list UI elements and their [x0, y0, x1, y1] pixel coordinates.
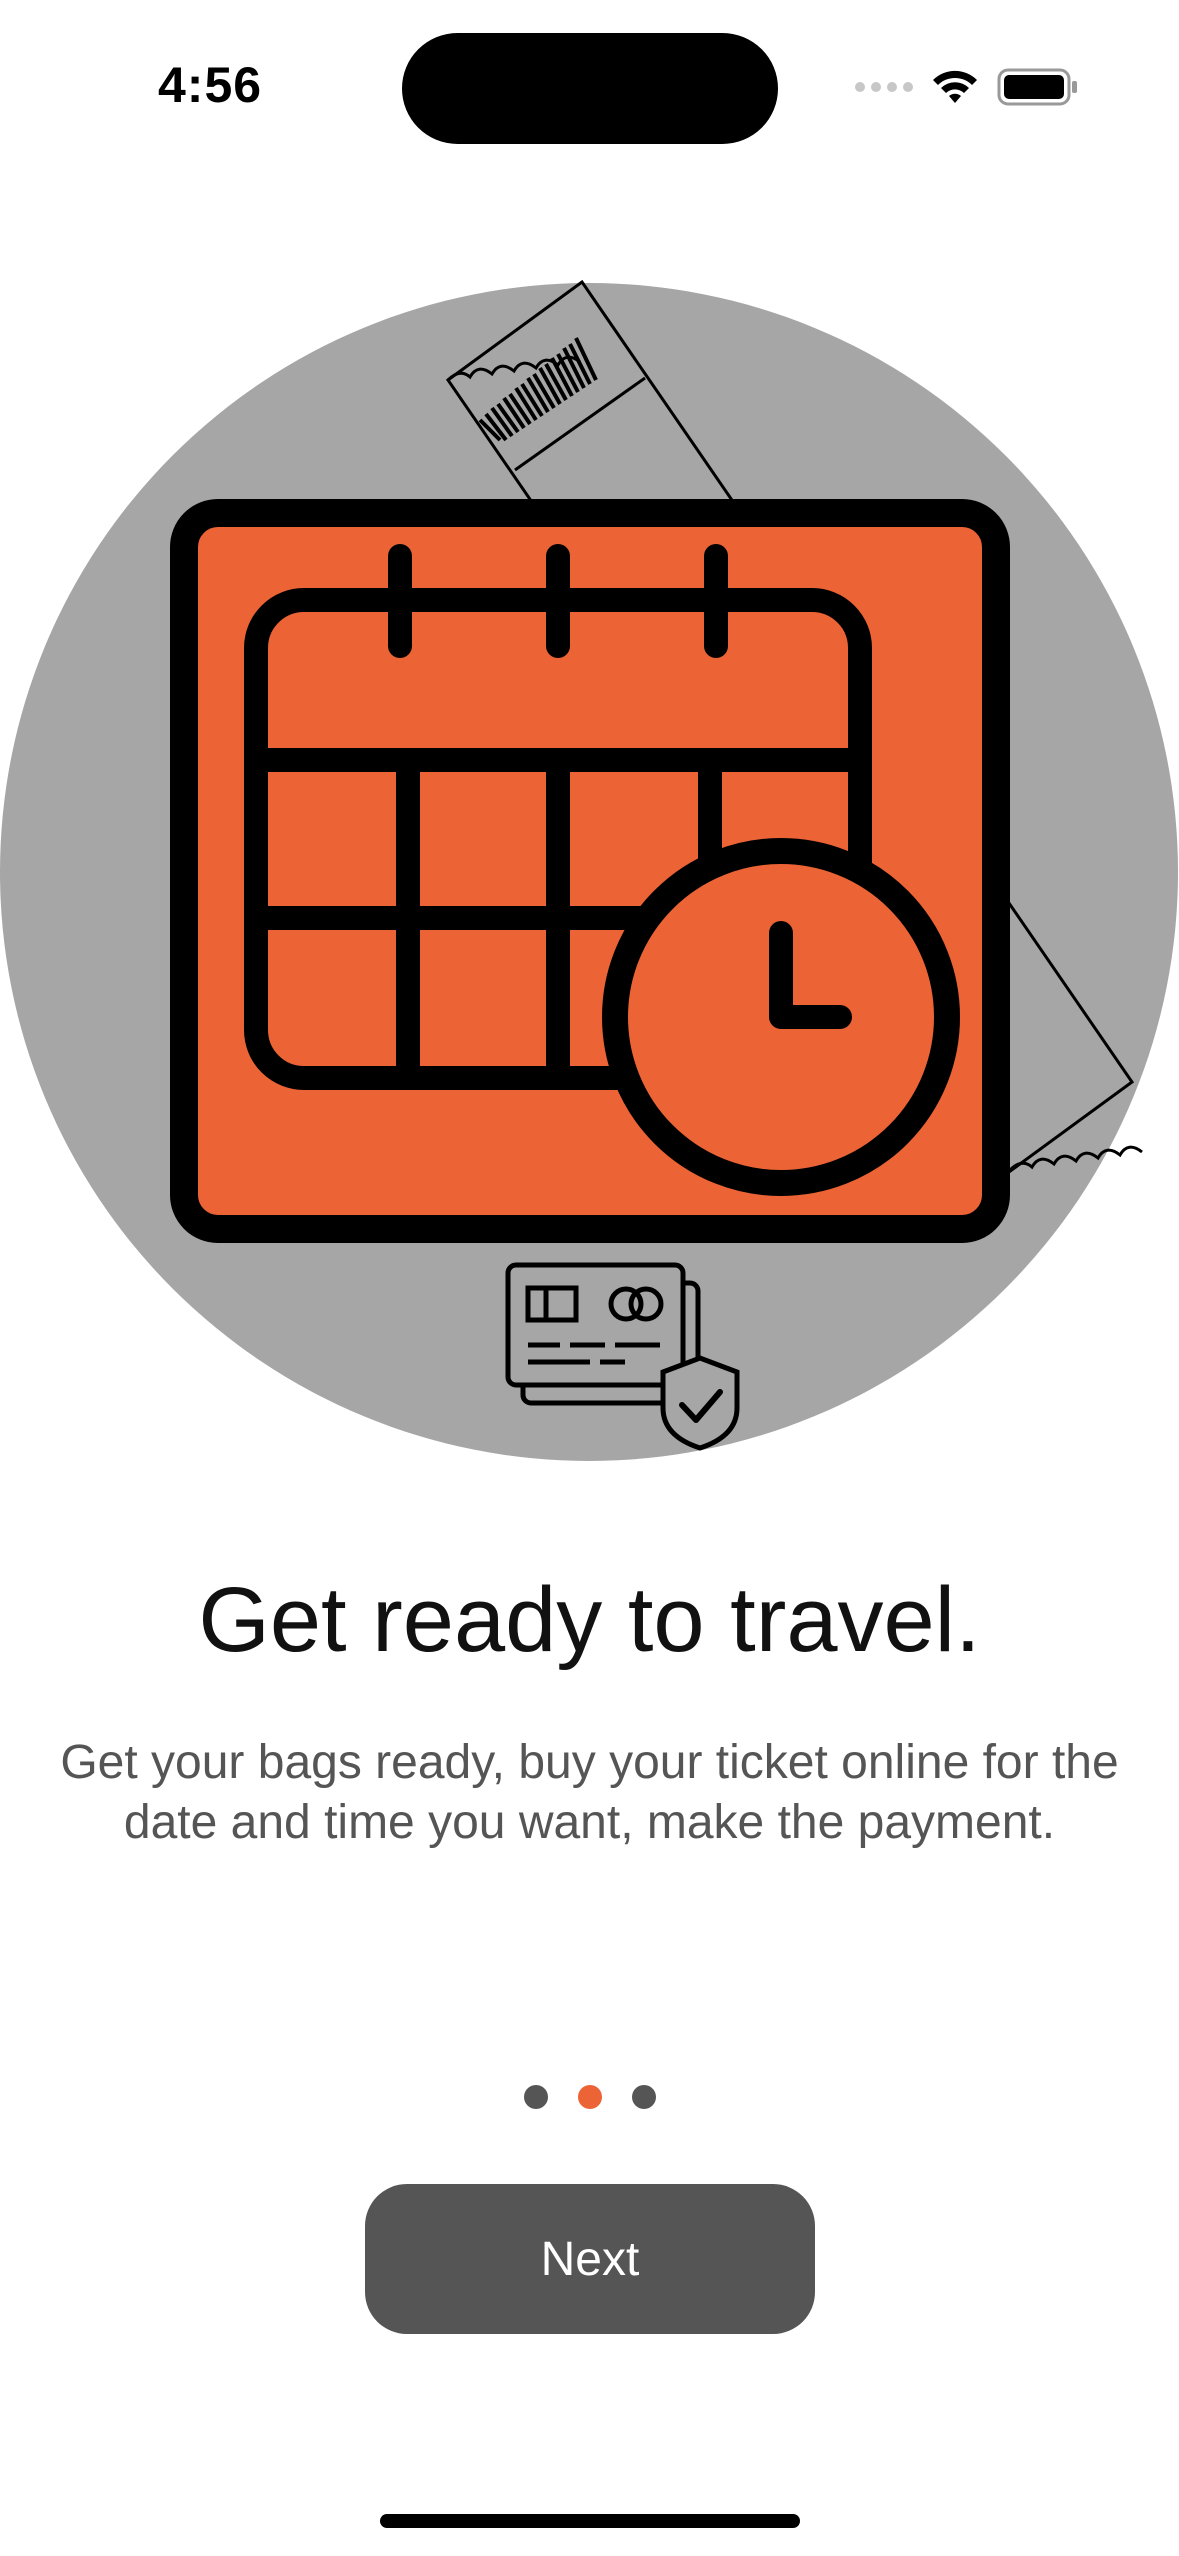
- clock-icon: [602, 838, 960, 1196]
- cellular-signal-icon: [855, 82, 913, 92]
- status-bar: 4:56: [0, 0, 1179, 160]
- page-dot[interactable]: [523, 2085, 548, 2109]
- home-indicator: [380, 2514, 800, 2528]
- shield-check-icon: [660, 1355, 740, 1451]
- status-time: 4:56: [158, 57, 263, 113]
- next-button[interactable]: Next: [365, 2184, 815, 2334]
- onboarding-title: Get ready to travel.: [198, 1569, 981, 1671]
- page-dot[interactable]: [631, 2085, 656, 2109]
- status-indicators: [855, 64, 1079, 110]
- page-dot-active[interactable]: [577, 2085, 602, 2109]
- hero-illustration: [0, 279, 1178, 1461]
- wifi-icon: [933, 70, 977, 103]
- dynamic-island: [402, 33, 778, 144]
- onboarding-subtitle: Get your bags ready, buy your ticket onl…: [60, 1736, 1119, 1849]
- page-indicator[interactable]: [0, 2085, 1179, 2109]
- battery-icon: [997, 68, 1077, 106]
